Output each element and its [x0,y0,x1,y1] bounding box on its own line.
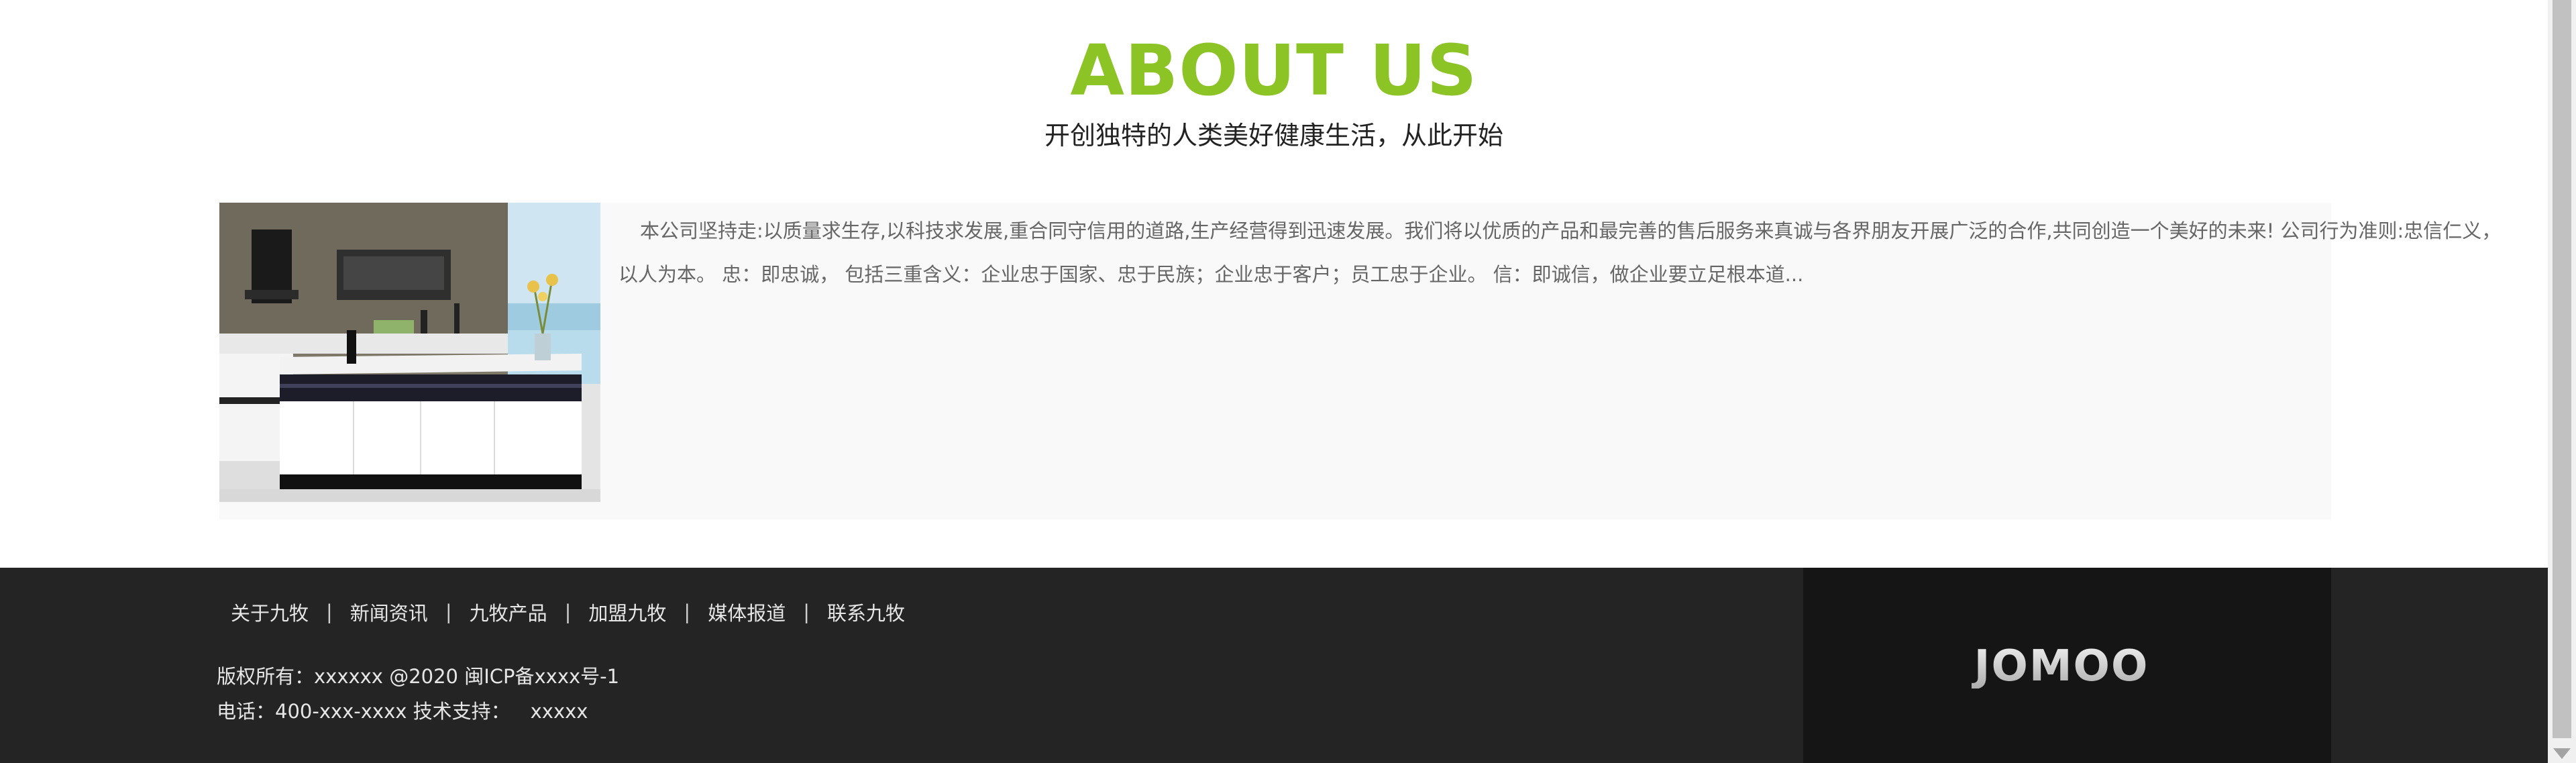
nav-separator: | [684,601,691,623]
footer-link-join[interactable]: 加盟九牧 [588,598,666,626]
copyright-text: 版权所有：xxxxxx @2020 闽ICP备xxxx号-1 [217,665,620,688]
about-panel: 本公司坚持走:以质量求生存,以科技求发展,重合同守信用的道路,生产经营得到迅速发… [219,203,2501,519]
footer-nav: 关于九牧 | 新闻资讯 | 九牧产品 | 加盟九牧 | 媒体报道 | 联系九牧 [231,596,905,628]
vertical-scrollbar[interactable] [2548,0,2576,763]
nav-separator: | [803,601,810,623]
footer-link-news[interactable]: 新闻资讯 [350,598,428,626]
footer-link-about[interactable]: 关于九牧 [231,598,309,626]
about-text: 本公司坚持走:以质量求生存,以科技求发展,重合同守信用的道路,生产经营得到迅速发… [619,219,2502,286]
footer-link-products[interactable]: 九牧产品 [470,598,547,626]
footer-link-contact[interactable]: 联系九牧 [827,598,905,626]
page: ABOUT US 开创独特的人类美好健康生活，从此开始 本公司坚持走:以质量求生… [0,0,2576,763]
footer-link-media[interactable]: 媒体报道 [708,598,786,626]
nav-separator: | [564,601,572,623]
nav-separator: | [326,601,333,623]
jomoo-logo[interactable]: JOMOO [1934,642,2189,689]
footer-copyright-block: 版权所有：xxxxxx @2020 闽ICP备xxxx号-1 电话：400-xx… [217,659,619,729]
footer: 关于九牧 | 新闻资讯 | 九牧产品 | 加盟九牧 | 媒体报道 | 联系九牧 … [0,568,2548,763]
phone-text: 电话：400-xxx-xxxx 技术支持： [217,700,511,723]
nav-separator: | [445,601,452,623]
footer-logo-box: JOMOO [1803,568,2331,763]
contact-line: 电话：400-xxx-xxxx 技术支持： xxxxx [217,694,619,729]
scroll-down-arrow-icon[interactable] [2553,748,2571,759]
about-title: ABOUT US [1070,30,1478,111]
tech-support-text: xxxxx [530,700,588,723]
scrollbar-thumb[interactable] [2553,0,2571,738]
about-subtitle: 开创独特的人类美好健康生活，从此开始 [1044,121,1503,150]
kitchen-image[interactable] [219,203,600,502]
logo-text: JOMOO [1972,642,2149,689]
